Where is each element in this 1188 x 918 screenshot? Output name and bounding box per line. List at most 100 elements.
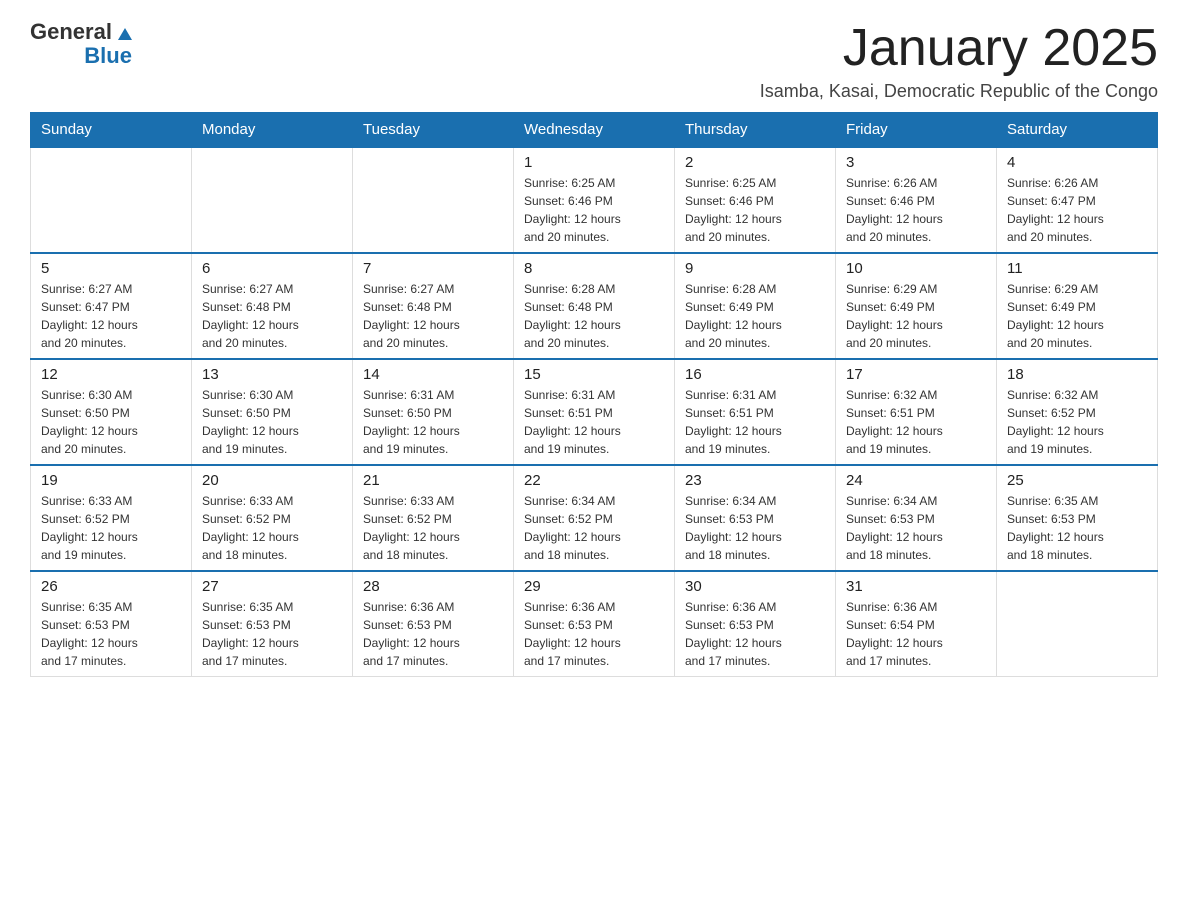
calendar-day-cell: 19 Sunrise: 6:33 AMSunset: 6:52 PMDayligh… — [31, 465, 192, 571]
calendar-day-header: Thursday — [675, 113, 836, 148]
logo-triangle-icon — [114, 22, 136, 44]
calendar-day-cell: 5Sunrise: 6:27 AMSunset: 6:47 PMDaylight… — [31, 253, 192, 359]
day-info: Sunrise: 6:30 AMSunset: 6:50 PMDaylight:… — [41, 386, 181, 458]
day-info: Sunrise: 6:31 AMSunset: 6:51 PMDaylight:… — [524, 386, 664, 458]
day-info: Sunrise: 6:35 AMSunset: 6:53 PMDaylight:… — [41, 598, 181, 670]
day-number: 20 — [202, 472, 342, 489]
calendar-day-header: Saturday — [997, 113, 1158, 148]
day-number: 30 — [685, 578, 825, 595]
logo: General Blue — [30, 20, 136, 68]
day-info: Sunrise: 6:36 AMSunset: 6:53 PMDaylight:… — [363, 598, 503, 670]
day-info: Sunrise: 6:32 AMSunset: 6:52 PMDaylight:… — [1007, 386, 1147, 458]
calendar-day-cell: 26Sunrise: 6:35 AMSunset: 6:53 PMDayligh… — [31, 571, 192, 677]
calendar-day-cell: 10 Sunrise: 6:29 AMSunset: 6:49 PMDayligh… — [836, 253, 997, 359]
day-number: 1 — [524, 154, 664, 171]
day-number: 23 — [685, 472, 825, 489]
day-info: Sunrise: 6:27 AMSunset: 6:48 PMDaylight:… — [202, 280, 342, 352]
day-info: Sunrise: 6:35 AMSunset: 6:53 PMDaylight:… — [202, 598, 342, 670]
day-number: 10 — [846, 260, 986, 277]
logo-blue-text: Blue — [84, 44, 132, 68]
calendar-day-cell — [192, 147, 353, 253]
day-number: 31 — [846, 578, 986, 595]
day-info: Sunrise: 6:33 AMSunset: 6:52 PMDaylight:… — [202, 492, 342, 564]
day-number: 12 — [41, 366, 181, 383]
calendar-day-cell: 14 Sunrise: 6:31 AMSunset: 6:50 PMDayligh… — [353, 359, 514, 465]
day-info: Sunrise: 6:36 AMSunset: 6:53 PMDaylight:… — [524, 598, 664, 670]
page-header: General Blue January 2025 Isamba, Kasai,… — [30, 20, 1158, 102]
calendar-day-cell: 13 Sunrise: 6:30 AMSunset: 6:50 PMDayligh… — [192, 359, 353, 465]
calendar-day-cell: 21Sunrise: 6:33 AMSunset: 6:52 PMDayligh… — [353, 465, 514, 571]
day-info: Sunrise: 6:33 AMSunset: 6:52 PMDaylight:… — [41, 492, 181, 564]
day-info: Sunrise: 6:36 AMSunset: 6:53 PMDaylight:… — [685, 598, 825, 670]
day-number: 15 — [524, 366, 664, 383]
day-info: Sunrise: 6:30 AMSunset: 6:50 PMDaylight:… — [202, 386, 342, 458]
calendar-week-row: 26Sunrise: 6:35 AMSunset: 6:53 PMDayligh… — [31, 571, 1158, 677]
day-number: 21 — [363, 472, 503, 489]
day-number: 9 — [685, 260, 825, 277]
calendar-day-header: Friday — [836, 113, 997, 148]
location-subtitle: Isamba, Kasai, Democratic Republic of th… — [760, 81, 1158, 102]
day-info: Sunrise: 6:36 AMSunset: 6:54 PMDaylight:… — [846, 598, 986, 670]
calendar-day-cell: 4Sunrise: 6:26 AMSunset: 6:47 PMDaylight… — [997, 147, 1158, 253]
day-number: 14 — [363, 366, 503, 383]
day-number: 18 — [1007, 366, 1147, 383]
title-section: January 2025 Isamba, Kasai, Democratic R… — [760, 20, 1158, 102]
calendar-week-row: 19 Sunrise: 6:33 AMSunset: 6:52 PMDayligh… — [31, 465, 1158, 571]
calendar-day-cell: 6 Sunrise: 6:27 AMSunset: 6:48 PMDaylight… — [192, 253, 353, 359]
day-info: Sunrise: 6:27 AMSunset: 6:48 PMDaylight:… — [363, 280, 503, 352]
day-info: Sunrise: 6:35 AMSunset: 6:53 PMDaylight:… — [1007, 492, 1147, 564]
calendar-header-row: SundayMondayTuesdayWednesdayThursdayFrid… — [31, 113, 1158, 148]
day-number: 25 — [1007, 472, 1147, 489]
calendar-day-cell: 8Sunrise: 6:28 AMSunset: 6:48 PMDaylight… — [514, 253, 675, 359]
calendar-day-cell: 17 Sunrise: 6:32 AMSunset: 6:51 PMDayligh… — [836, 359, 997, 465]
calendar-day-cell: 28 Sunrise: 6:36 AMSunset: 6:53 PMDayligh… — [353, 571, 514, 677]
day-info: Sunrise: 6:34 AMSunset: 6:53 PMDaylight:… — [685, 492, 825, 564]
calendar-day-cell: 16Sunrise: 6:31 AMSunset: 6:51 PMDayligh… — [675, 359, 836, 465]
month-title: January 2025 — [760, 20, 1158, 77]
calendar-day-cell: 9 Sunrise: 6:28 AMSunset: 6:49 PMDaylight… — [675, 253, 836, 359]
day-number: 27 — [202, 578, 342, 595]
calendar-day-cell: 15 Sunrise: 6:31 AMSunset: 6:51 PMDayligh… — [514, 359, 675, 465]
day-number: 7 — [363, 260, 503, 277]
day-info: Sunrise: 6:28 AMSunset: 6:49 PMDaylight:… — [685, 280, 825, 352]
calendar-day-cell: 20 Sunrise: 6:33 AMSunset: 6:52 PMDayligh… — [192, 465, 353, 571]
calendar-day-cell: 29 Sunrise: 6:36 AMSunset: 6:53 PMDayligh… — [514, 571, 675, 677]
calendar-day-header: Tuesday — [353, 113, 514, 148]
day-number: 2 — [685, 154, 825, 171]
calendar-day-cell: 30 Sunrise: 6:36 AMSunset: 6:53 PMDayligh… — [675, 571, 836, 677]
calendar-day-cell: 24Sunrise: 6:34 AMSunset: 6:53 PMDayligh… — [836, 465, 997, 571]
calendar-day-cell: 1Sunrise: 6:25 AMSunset: 6:46 PMDaylight… — [514, 147, 675, 253]
calendar-day-cell: 12 Sunrise: 6:30 AMSunset: 6:50 PMDayligh… — [31, 359, 192, 465]
day-info: Sunrise: 6:32 AMSunset: 6:51 PMDaylight:… — [846, 386, 986, 458]
day-info: Sunrise: 6:34 AMSunset: 6:53 PMDaylight:… — [846, 492, 986, 564]
day-number: 19 — [41, 472, 181, 489]
calendar-day-header: Wednesday — [514, 113, 675, 148]
calendar-day-header: Sunday — [31, 113, 192, 148]
calendar-day-cell — [997, 571, 1158, 677]
day-number: 28 — [363, 578, 503, 595]
calendar-day-cell: 7 Sunrise: 6:27 AMSunset: 6:48 PMDaylight… — [353, 253, 514, 359]
day-number: 22 — [524, 472, 664, 489]
calendar-week-row: 1 Sunrise: 6:25 AMSunset: 6:46 PMDaylight… — [31, 147, 1158, 253]
day-number: 4 — [1007, 154, 1147, 171]
calendar-day-cell: 31 Sunrise: 6:36 AMSunset: 6:54 PMDayligh… — [836, 571, 997, 677]
calendar-day-cell: 27 Sunrise: 6:35 AMSunset: 6:53 PMDayligh… — [192, 571, 353, 677]
calendar-week-row: 12 Sunrise: 6:30 AMSunset: 6:50 PMDayligh… — [31, 359, 1158, 465]
day-info: Sunrise: 6:25 AMSunset: 6:46 PMDaylight:… — [685, 174, 825, 246]
day-number: 8 — [524, 260, 664, 277]
day-number: 17 — [846, 366, 986, 383]
day-number: 11 — [1007, 260, 1147, 277]
calendar-day-cell: 3Sunrise: 6:26 AMSunset: 6:46 PMDaylight… — [836, 147, 997, 253]
day-number: 29 — [524, 578, 664, 595]
calendar-day-cell — [31, 147, 192, 253]
day-info: Sunrise: 6:29 AMSunset: 6:49 PMDaylight:… — [846, 280, 986, 352]
calendar-week-row: 5Sunrise: 6:27 AMSunset: 6:47 PMDaylight… — [31, 253, 1158, 359]
calendar-day-cell: 18 Sunrise: 6:32 AMSunset: 6:52 PMDayligh… — [997, 359, 1158, 465]
day-info: Sunrise: 6:31 AMSunset: 6:50 PMDaylight:… — [363, 386, 503, 458]
calendar-day-header: Monday — [192, 113, 353, 148]
day-number: 13 — [202, 366, 342, 383]
day-number: 6 — [202, 260, 342, 277]
day-info: Sunrise: 6:31 AMSunset: 6:51 PMDaylight:… — [685, 386, 825, 458]
calendar-day-cell: 11 Sunrise: 6:29 AMSunset: 6:49 PMDayligh… — [997, 253, 1158, 359]
day-info: Sunrise: 6:29 AMSunset: 6:49 PMDaylight:… — [1007, 280, 1147, 352]
